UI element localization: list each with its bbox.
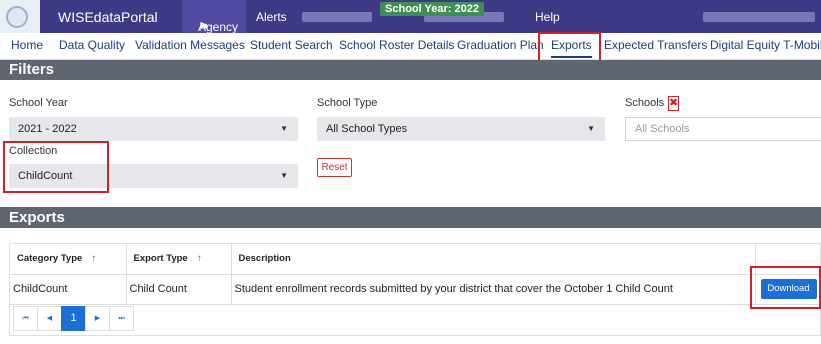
column-header-description[interactable]: Description	[231, 244, 756, 275]
caret-down-icon: ▼	[280, 124, 288, 133]
subnav-expected-transfers[interactable]: Expected Transfers	[604, 38, 707, 52]
subnav-graduation-plan[interactable]: Graduation Plan	[457, 38, 544, 52]
column-header-export-type[interactable]: Export Type ↑	[126, 244, 232, 275]
schools-input[interactable]: All Schools	[625, 117, 821, 141]
subnav-digital-equity[interactable]: Digital Equity T-Mobile	[710, 38, 821, 52]
sub-navigation: Home Data Quality Validation Messages St…	[0, 33, 821, 60]
nav-help[interactable]: Help	[535, 10, 560, 24]
exports-heading: Exports	[0, 207, 821, 228]
sort-ascending-icon[interactable]: ↑	[91, 253, 96, 264]
logo-area	[0, 0, 40, 33]
dpi-logo-icon[interactable]	[6, 6, 28, 28]
school-type-value: All School Types	[326, 123, 408, 135]
pagination: ⏮ ◀ 1 ▶ ⏭	[13, 306, 134, 331]
caret-down-icon: ▼	[587, 124, 595, 133]
subnav-school-roster-details[interactable]: School Roster Details	[339, 38, 454, 52]
app-name[interactable]: WISEdataPortal	[58, 9, 158, 25]
school-type-label: School Type	[317, 97, 378, 109]
nav-alerts[interactable]: Alerts	[256, 10, 287, 24]
subnav-validation-messages[interactable]: Validation Messages	[135, 38, 245, 52]
reset-button[interactable]: Reset	[317, 158, 352, 177]
highlight-collection	[3, 141, 109, 193]
filters-heading: Filters	[0, 60, 821, 80]
redacted-user	[703, 12, 815, 22]
subnav-data-quality[interactable]: Data Quality	[59, 38, 125, 52]
cell-category: ChildCount	[10, 274, 127, 305]
remove-x-icon[interactable]: ✖	[668, 96, 679, 111]
top-navbar: WISEdataPortal ⚑ Agency Alerts School Ye…	[0, 0, 821, 34]
sort-ascending-icon[interactable]: ↑	[197, 253, 202, 264]
school-year-badge: School Year: 2022	[380, 2, 484, 16]
subnav-home[interactable]: Home	[11, 38, 43, 52]
cell-description: Student enrollment records submitted by …	[231, 274, 756, 305]
redacted-nav	[302, 12, 372, 22]
table-row: ChildCount Child Count Student enrollmen…	[10, 274, 821, 305]
subnav-student-search[interactable]: Student Search	[250, 38, 333, 52]
school-year-value: 2021 - 2022	[18, 123, 77, 135]
column-header-category-type[interactable]: Category Type ↑	[10, 244, 127, 275]
schools-label: Schools	[625, 97, 665, 109]
prev-page-icon[interactable]: ◀	[37, 306, 62, 331]
next-page-icon[interactable]: ▶	[85, 306, 110, 331]
cell-export-type: Child Count	[126, 274, 232, 305]
school-type-select[interactable]: All School Types ▼	[317, 117, 605, 141]
school-year-label: School Year	[9, 97, 68, 109]
last-page-icon[interactable]: ⏭	[109, 306, 134, 331]
nav-agency[interactable]: ⚑ Agency	[182, 0, 246, 34]
highlight-download	[750, 266, 821, 309]
page-1-button[interactable]: 1	[61, 306, 86, 331]
school-year-select[interactable]: 2021 - 2022 ▼	[9, 117, 298, 141]
nav-agency-label: Agency	[198, 20, 239, 34]
first-page-icon[interactable]: ⏮	[13, 306, 38, 331]
caret-down-icon: ▼	[280, 171, 288, 180]
